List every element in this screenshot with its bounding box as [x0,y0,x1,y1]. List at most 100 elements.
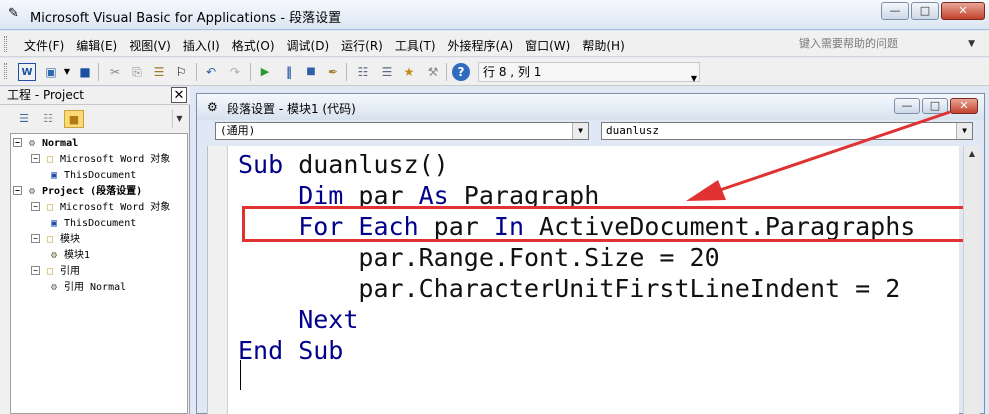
code-keyword: End Sub [238,336,344,365]
close-button[interactable]: ✕ [941,2,985,20]
tree-item[interactable]: ⚙ 模块1 [47,248,90,264]
object-combo[interactable]: (通用) ▼ [215,122,589,140]
view-code-icon[interactable]: ☰ [14,110,34,128]
help-search-input[interactable]: 键入需要帮助的问题 ▼ [799,36,975,54]
tree-item[interactable]: ▣ ThisDocument [47,168,136,184]
pause-icon[interactable]: ‖ [280,63,298,81]
code-maximize-button[interactable]: □ [922,98,948,114]
toolbar-grip[interactable] [4,63,7,79]
tree-item[interactable]: − ⚙ Normal [13,136,78,152]
tree-item[interactable]: ⚙ 引用 Normal [47,280,126,296]
folder-icon: □ [46,202,54,213]
chevron-down-icon[interactable]: ▼ [956,123,972,139]
undo-icon[interactable]: ↶ [202,63,220,81]
object-combo-value: (通用) [220,124,256,137]
procedure-combo[interactable]: duanlusz ▼ [601,122,973,140]
collapse-icon[interactable]: − [13,138,22,147]
code-editor[interactable]: Sub duanlusz() Dim par As Paragraph For … [207,146,968,414]
tree-item-label: 模块 [60,234,80,245]
code-window-title-bar: ⚙ 段落设置 - 模块1 (代码) — □ ✕ [197,94,984,120]
properties-icon[interactable]: ☰ [378,63,396,81]
project-explorer-icon[interactable]: ☷ [354,63,372,81]
menu-item[interactable]: 视图(V) [129,37,171,54]
code-minimize-button[interactable]: — [894,98,920,114]
project-tree: − ⚙ Normal − □ Microsoft Word 对象 ▣ ThisDocument… [10,133,188,414]
save-icon[interactable]: ■ [76,63,94,81]
menu-items: 文件(F) 编辑(E) 视图(V) 插入(I) 格式(O) 调试(D) 运行(R) 工具(T)… [24,37,625,54]
word-icon[interactable]: W [18,63,36,81]
project-explorer-title: 工程 - Project [7,88,85,102]
collapse-icon[interactable]: − [31,234,40,243]
view-object-icon[interactable]: ☷ [38,110,58,128]
tree-item[interactable]: − □ Microsoft Word 对象 [31,200,170,216]
tree-item-label: ThisDocument [64,170,137,181]
toolbar-separator [250,63,251,81]
cut-icon[interactable]: ✂ [106,63,124,81]
design-mode-icon[interactable]: ✒ [324,63,342,81]
collapse-icon[interactable]: − [31,266,40,275]
annotation-highlight-box [242,206,968,242]
menu-item[interactable]: 调试(D) [287,37,330,54]
code-line: End Sub [238,335,915,366]
tree-item-label: 模块1 [64,250,91,261]
menu-item[interactable]: 插入(I) [183,37,220,54]
stop-icon[interactable]: ■ [302,63,320,81]
tree-item[interactable]: − □ Microsoft Word 对象 [31,152,170,168]
object-browser-icon[interactable]: ★ [400,63,418,81]
code-token: par.CharacterUnitFirstLineIndent = 2 [238,274,901,303]
folder-icon: □ [46,266,54,277]
tree-item[interactable]: − □ 引用 [31,264,80,280]
vertical-scrollbar[interactable]: ▲ [963,146,980,414]
menu-item[interactable]: 编辑(E) [76,37,117,54]
menu-item[interactable]: 文件(F) [24,37,64,54]
menu-grip[interactable] [4,36,7,52]
module-icon: ⚙ [50,250,58,261]
run-icon[interactable]: ▶ [256,63,274,81]
tree-item[interactable]: − ⚙ Project (段落设置) [13,184,142,200]
paste-icon[interactable]: ☰ [150,63,168,81]
redo-icon[interactable]: ↷ [226,63,244,81]
vba-project-icon: ⚙ [28,186,36,197]
toolbox-icon[interactable]: ⚒ [424,63,442,81]
collapse-icon[interactable]: − [13,186,22,195]
menu-item[interactable]: 格式(O) [232,37,275,54]
menu-item[interactable]: 帮助(H) [582,37,624,54]
code-window: ⚙ 段落设置 - 模块1 (代码) — □ ✕ (通用) ▼ duanlusz … [196,93,985,414]
menu-item[interactable]: 外接程序(A) [448,37,514,54]
collapse-icon[interactable]: − [31,202,40,211]
collapse-icon[interactable]: − [31,154,40,163]
code-margin[interactable] [208,146,228,414]
chevron-down-icon[interactable]: ▼ [58,63,76,81]
menu-item[interactable]: 运行(R) [341,37,383,54]
menu-item[interactable]: 工具(T) [395,37,436,54]
tree-item-label: ThisDocument [64,218,137,229]
find-icon[interactable]: ⚐ [172,63,190,81]
code-line: par.CharacterUnitFirstLineIndent = 2 [238,273,915,304]
vba-project-icon: ⚙ [28,138,36,149]
code-keyword: Sub [238,150,284,179]
tree-item[interactable]: ▣ ThisDocument [47,216,136,232]
toolbar-separator [98,63,99,81]
chevron-down-icon[interactable]: ▼ [172,110,186,128]
close-icon[interactable]: ✕ [171,87,187,103]
project-explorer-toolbar: ☰ ☷ ■ ▼ [0,106,190,132]
code-line: Next [238,304,915,335]
toggle-folders-icon[interactable]: ■ [64,110,84,128]
chevron-down-icon[interactable]: ▼ [968,36,975,52]
copy-icon[interactable]: ⎘ [128,63,146,81]
maximize-button[interactable]: □ [911,2,939,20]
code-window-controls: — □ ✕ [894,98,978,114]
help-icon[interactable]: ? [452,63,470,81]
minimize-button[interactable]: — [881,2,909,20]
chevron-down-icon[interactable]: ▼ [691,70,697,88]
code-token: par.Range.Font.Size = 20 [238,243,720,272]
text-caret [240,360,241,390]
chevron-down-icon[interactable]: ▼ [572,123,588,139]
cursor-position: 行 8 , 列 1 ▼ [478,62,700,83]
code-close-button[interactable]: ✕ [950,98,978,114]
scroll-up-icon[interactable]: ▲ [964,146,980,162]
project-explorer-header: 工程 - Project ✕ [0,87,190,105]
menu-item[interactable]: 窗口(W) [525,37,570,54]
tree-item[interactable]: − □ 模块 [31,232,80,248]
project-explorer: 工程 - Project ✕ ☰ ☷ ■ ▼ − ⚙ Normal − □ Microso… [0,87,190,414]
